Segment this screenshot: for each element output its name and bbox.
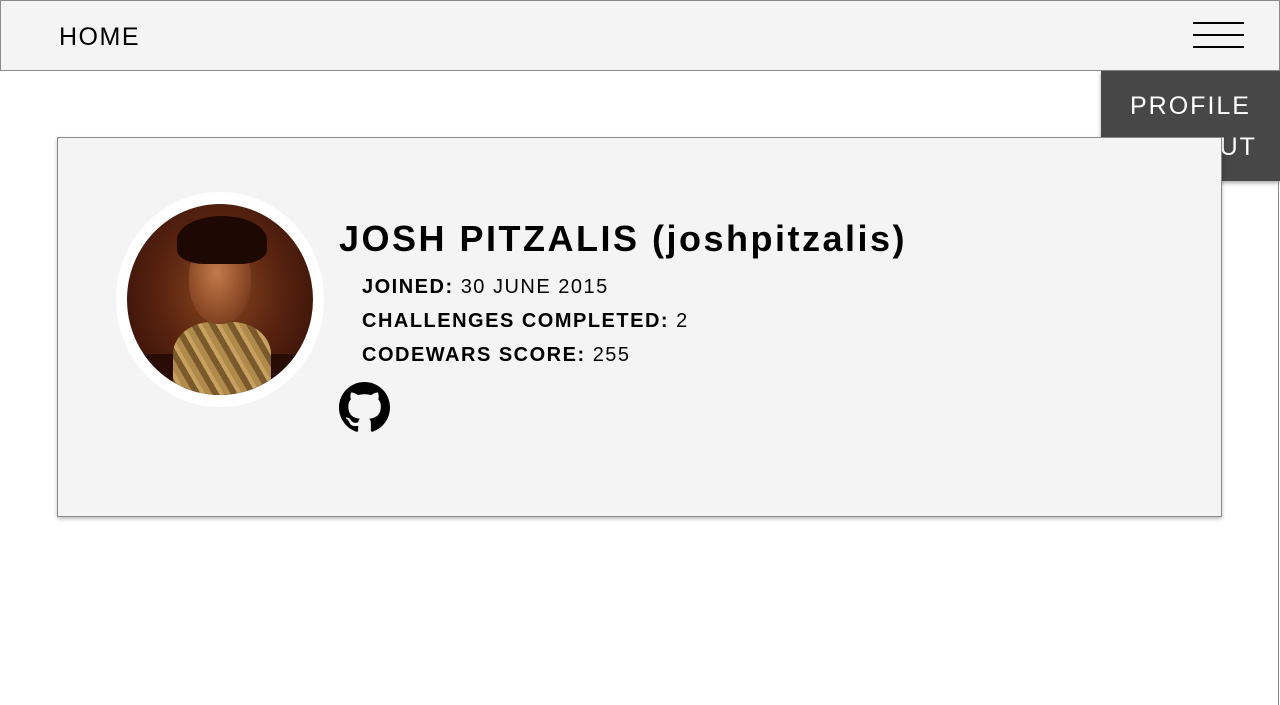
menu-item-profile[interactable]: PROFILE (1101, 92, 1280, 121)
codewars-row: CODEWARS SCORE: 255 (362, 344, 631, 367)
challenges-label: CHALLENGES COMPLETED: (362, 310, 670, 332)
home-link[interactable]: HOME (59, 23, 140, 52)
top-nav-bar: HOME (0, 0, 1280, 71)
joined-label: JOINED: (362, 276, 454, 298)
github-icon[interactable] (339, 382, 390, 433)
hamburger-line (1193, 22, 1244, 24)
hamburger-line (1193, 34, 1244, 36)
hamburger-menu-icon[interactable] (1193, 21, 1245, 49)
codewars-label: CODEWARS SCORE: (362, 344, 586, 366)
joined-value: 30 JUNE 2015 (460, 276, 609, 298)
profile-name: JOSH PITZALIS (joshpitzalis) (339, 218, 908, 259)
profile-card: JOSH PITZALIS (joshpitzalis) JOINED: 30 … (57, 137, 1222, 517)
codewars-value: 255 (592, 344, 631, 366)
joined-row: JOINED: 30 JUNE 2015 (362, 276, 609, 299)
avatar (127, 204, 313, 395)
avatar-frame (116, 192, 324, 407)
page-edge-divider (1278, 181, 1279, 705)
challenges-value: 2 (676, 310, 689, 332)
hamburger-line (1193, 46, 1244, 48)
challenges-row: CHALLENGES COMPLETED: 2 (362, 310, 689, 333)
